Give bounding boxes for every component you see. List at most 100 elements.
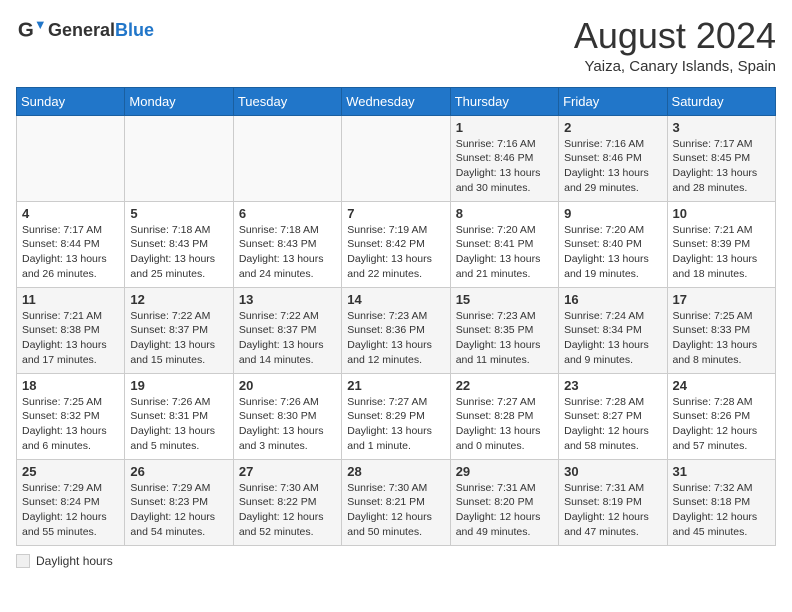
day-info: Sunrise: 7:21 AM Sunset: 8:38 PM Dayligh… [22, 309, 119, 368]
calendar-cell: 31Sunrise: 7:32 AM Sunset: 8:18 PM Dayli… [667, 459, 775, 545]
day-info: Sunrise: 7:24 AM Sunset: 8:34 PM Dayligh… [564, 309, 661, 368]
calendar-header: SundayMondayTuesdayWednesdayThursdayFrid… [17, 87, 776, 115]
day-number: 18 [22, 378, 119, 393]
day-info: Sunrise: 7:25 AM Sunset: 8:33 PM Dayligh… [673, 309, 770, 368]
calendar-cell: 2 Sunrise: 7:16 AM Sunset: 8:46 PM Daylig… [559, 115, 667, 201]
day-info: Sunrise: 7:18 AM Sunset: 8:43 PM Dayligh… [239, 223, 336, 282]
calendar-cell: 18 Sunrise: 7:25 AM Sunset: 8:32 PM Dayli… [17, 373, 125, 459]
day-info: Sunrise: 7:29 AM Sunset: 8:24 PM Dayligh… [22, 481, 119, 540]
day-number: 13 [239, 292, 336, 307]
calendar-cell [125, 115, 233, 201]
day-info: Sunrise: 7:31 AM Sunset: 8:19 PM Dayligh… [564, 481, 661, 540]
day-info: Sunrise: 7:26 AM Sunset: 8:30 PM Dayligh… [239, 395, 336, 454]
day-info: Sunrise: 7:16 AM Sunset: 8:46 PM Dayligh… [456, 137, 553, 196]
calendar-cell: 20 Sunrise: 7:26 AM Sunset: 8:30 PM Dayli… [233, 373, 341, 459]
day-number: 24 [673, 378, 770, 393]
calendar-cell: 1 Sunrise: 7:16 AM Sunset: 8:46 PM Daylig… [450, 115, 558, 201]
logo-general: General [48, 20, 115, 40]
main-title: August 2024 [574, 16, 776, 56]
calendar-cell [342, 115, 450, 201]
day-of-week-header: Sunday [17, 87, 125, 115]
day-number: 23 [564, 378, 661, 393]
calendar-cell: 27 Sunrise: 7:30 AM Sunset: 8:22 PM Dayli… [233, 459, 341, 545]
legend-label: Daylight hours [36, 554, 113, 568]
day-info: Sunrise: 7:27 AM Sunset: 8:28 PM Dayligh… [456, 395, 553, 454]
calendar-cell: 24 Sunrise: 7:28 AM Sunset: 8:26 PM Dayli… [667, 373, 775, 459]
day-number: 29 [456, 464, 553, 479]
day-info: Sunrise: 7:28 AM Sunset: 8:26 PM Dayligh… [673, 395, 770, 454]
day-info: Sunrise: 7:16 AM Sunset: 8:46 PM Dayligh… [564, 137, 661, 196]
calendar-cell: 13 Sunrise: 7:22 AM Sunset: 8:37 PM Dayli… [233, 287, 341, 373]
day-info: Sunrise: 7:23 AM Sunset: 8:36 PM Dayligh… [347, 309, 444, 368]
calendar-cell: 9Sunrise: 7:20 AM Sunset: 8:40 PM Daylig… [559, 201, 667, 287]
day-number: 26 [130, 464, 227, 479]
calendar-cell: 29 Sunrise: 7:31 AM Sunset: 8:20 PM Dayli… [450, 459, 558, 545]
day-info: Sunrise: 7:20 AM Sunset: 8:41 PM Dayligh… [456, 223, 553, 282]
day-number: 21 [347, 378, 444, 393]
day-info: Sunrise: 7:30 AM Sunset: 8:22 PM Dayligh… [239, 481, 336, 540]
calendar-cell: 5Sunrise: 7:18 AM Sunset: 8:43 PM Daylig… [125, 201, 233, 287]
calendar-cell: 16Sunrise: 7:24 AM Sunset: 8:34 PM Dayli… [559, 287, 667, 373]
day-number: 4 [22, 206, 119, 221]
day-number: 2 [564, 120, 661, 135]
day-number: 3 [673, 120, 770, 135]
calendar-cell: 12Sunrise: 7:22 AM Sunset: 8:37 PM Dayli… [125, 287, 233, 373]
day-info: Sunrise: 7:25 AM Sunset: 8:32 PM Dayligh… [22, 395, 119, 454]
day-info: Sunrise: 7:31 AM Sunset: 8:20 PM Dayligh… [456, 481, 553, 540]
day-number: 22 [456, 378, 553, 393]
svg-text:G: G [18, 19, 34, 42]
day-info: Sunrise: 7:23 AM Sunset: 8:35 PM Dayligh… [456, 309, 553, 368]
calendar-cell: 8Sunrise: 7:20 AM Sunset: 8:41 PM Daylig… [450, 201, 558, 287]
day-of-week-header: Thursday [450, 87, 558, 115]
page-header: G GeneralBlue August 2024 Yaiza, Canary … [16, 16, 776, 75]
calendar-cell: 17 Sunrise: 7:25 AM Sunset: 8:33 PM Dayli… [667, 287, 775, 373]
day-number: 27 [239, 464, 336, 479]
day-info: Sunrise: 7:27 AM Sunset: 8:29 PM Dayligh… [347, 395, 444, 454]
day-number: 6 [239, 206, 336, 221]
day-of-week-header: Friday [559, 87, 667, 115]
day-info: Sunrise: 7:29 AM Sunset: 8:23 PM Dayligh… [130, 481, 227, 540]
calendar-cell: 6 Sunrise: 7:18 AM Sunset: 8:43 PM Daylig… [233, 201, 341, 287]
calendar-cell: 3 Sunrise: 7:17 AM Sunset: 8:45 PM Daylig… [667, 115, 775, 201]
day-number: 12 [130, 292, 227, 307]
calendar-cell: 25 Sunrise: 7:29 AM Sunset: 8:24 PM Dayli… [17, 459, 125, 545]
calendar-cell: 26 Sunrise: 7:29 AM Sunset: 8:23 PM Dayli… [125, 459, 233, 545]
title-block: August 2024 Yaiza, Canary Islands, Spain [574, 16, 776, 75]
day-of-week-header: Tuesday [233, 87, 341, 115]
day-number: 15 [456, 292, 553, 307]
day-number: 5 [130, 206, 227, 221]
day-number: 25 [22, 464, 119, 479]
day-number: 1 [456, 120, 553, 135]
day-number: 28 [347, 464, 444, 479]
day-number: 10 [673, 206, 770, 221]
day-number: 17 [673, 292, 770, 307]
day-of-week-header: Wednesday [342, 87, 450, 115]
day-info: Sunrise: 7:28 AM Sunset: 8:27 PM Dayligh… [564, 395, 661, 454]
day-number: 9 [564, 206, 661, 221]
calendar-cell: 11 Sunrise: 7:21 AM Sunset: 8:38 PM Dayli… [17, 287, 125, 373]
day-number: 20 [239, 378, 336, 393]
day-info: Sunrise: 7:22 AM Sunset: 8:37 PM Dayligh… [239, 309, 336, 368]
day-number: 30 [564, 464, 661, 479]
subtitle: Yaiza, Canary Islands, Spain [574, 58, 776, 75]
day-number: 31 [673, 464, 770, 479]
day-of-week-header: Saturday [667, 87, 775, 115]
day-number: 14 [347, 292, 444, 307]
calendar-table: SundayMondayTuesdayWednesdayThursdayFrid… [16, 87, 776, 546]
day-info: Sunrise: 7:17 AM Sunset: 8:45 PM Dayligh… [673, 137, 770, 196]
calendar-cell: 28Sunrise: 7:30 AM Sunset: 8:21 PM Dayli… [342, 459, 450, 545]
calendar-cell: 21 Sunrise: 7:27 AM Sunset: 8:29 PM Dayli… [342, 373, 450, 459]
calendar-cell [17, 115, 125, 201]
day-info: Sunrise: 7:26 AM Sunset: 8:31 PM Dayligh… [130, 395, 227, 454]
day-number: 7 [347, 206, 444, 221]
day-info: Sunrise: 7:19 AM Sunset: 8:42 PM Dayligh… [347, 223, 444, 282]
day-number: 11 [22, 292, 119, 307]
calendar-cell: 22 Sunrise: 7:27 AM Sunset: 8:28 PM Dayli… [450, 373, 558, 459]
calendar-cell: 7 Sunrise: 7:19 AM Sunset: 8:42 PM Daylig… [342, 201, 450, 287]
day-info: Sunrise: 7:21 AM Sunset: 8:39 PM Dayligh… [673, 223, 770, 282]
legend: Daylight hours [16, 554, 776, 568]
calendar-cell [233, 115, 341, 201]
calendar-cell: 19Sunrise: 7:26 AM Sunset: 8:31 PM Dayli… [125, 373, 233, 459]
legend-box [16, 554, 30, 568]
calendar-cell: 4Sunrise: 7:17 AM Sunset: 8:44 PM Daylig… [17, 201, 125, 287]
